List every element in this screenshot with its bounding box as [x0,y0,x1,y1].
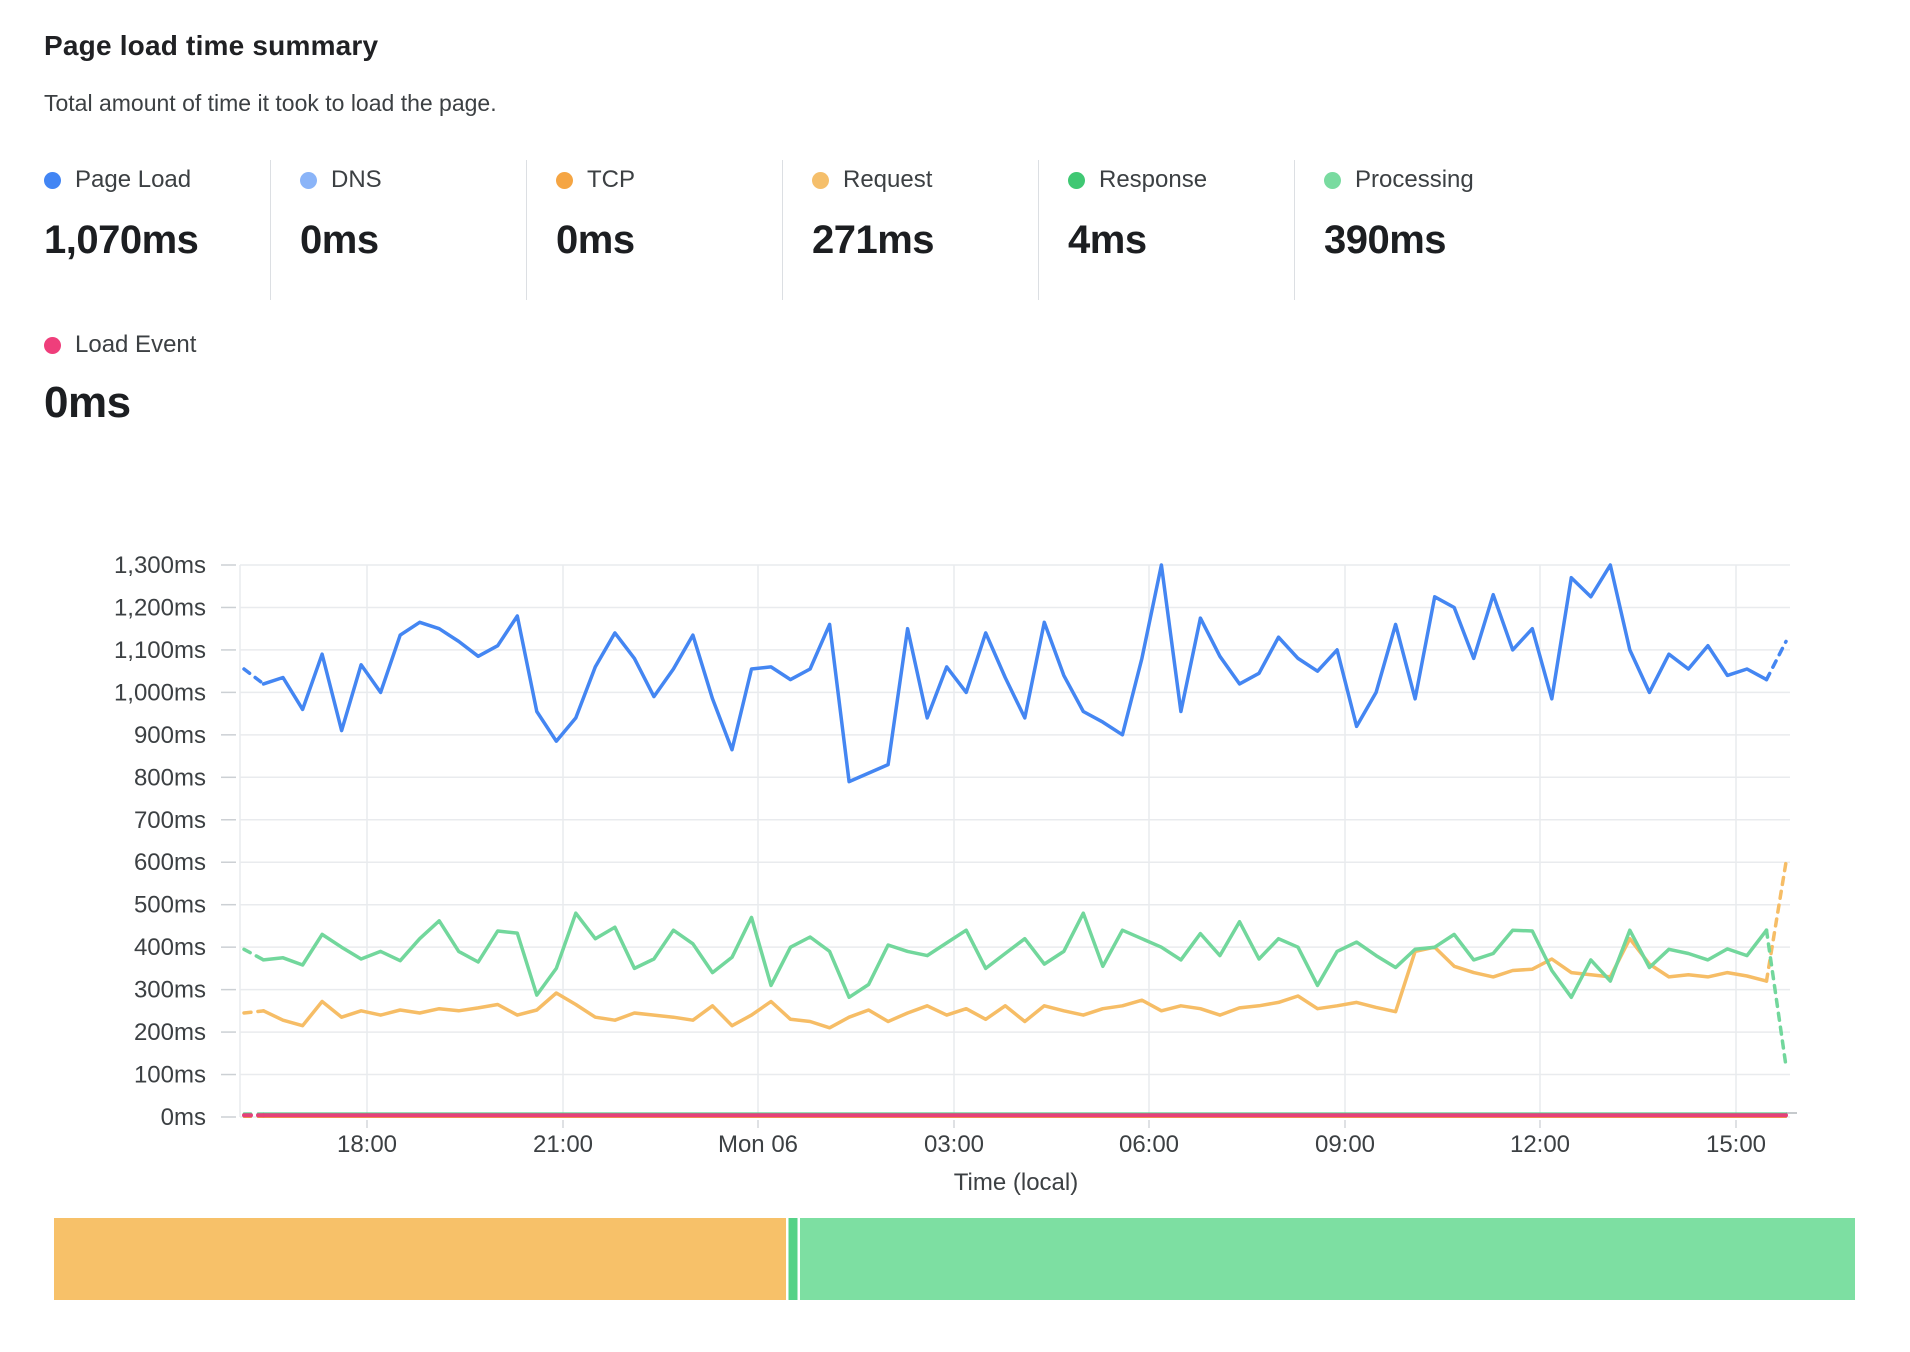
x-axis-title: Time (local) [954,1169,1078,1196]
y-tick-label: 1,100ms [114,637,206,664]
x-tick-label: 15:00 [1706,1131,1766,1158]
series-page-load [244,565,1786,782]
timeline-bar-segment[interactable] [54,1218,786,1300]
series-end-dash [1766,930,1786,1066]
page-load-time-chart[interactable]: 0ms 100ms 200ms 300ms 400ms 500ms 600ms 700ms 80… [0,0,1910,1352]
series-start-dash [244,1011,264,1013]
y-tick-label: 900ms [134,722,206,749]
timeline-bar-segment[interactable] [800,1218,1855,1300]
y-tick-label: 1,200ms [114,594,206,621]
y-tick-label: 600ms [134,849,206,876]
timeline-bar-segment[interactable] [789,1218,798,1300]
timeline-status-bar[interactable] [54,1218,1855,1300]
y-tick-label: 300ms [134,977,206,1004]
chart-grid: 0ms 100ms 200ms 300ms 400ms 500ms 600ms 700ms 80… [114,552,1790,1158]
series-end-dash [1766,641,1786,679]
y-tick-label: 100ms [134,1062,206,1089]
x-tick-label: 09:00 [1315,1131,1375,1158]
series-line-processing [264,913,1767,997]
x-tick-label: 06:00 [1119,1131,1179,1158]
page-load-summary-panel: Page load time summary Total amount of t… [0,0,1910,1352]
series-start-dash [244,949,264,960]
y-tick-label: 1,000ms [114,679,206,706]
y-tick-label: 1,300ms [114,552,206,579]
y-tick-label: 700ms [134,807,206,834]
x-tick-label: 03:00 [924,1131,984,1158]
x-tick-label: Mon 06 [718,1131,798,1158]
x-tick-label: 18:00 [337,1131,397,1158]
x-tick-label: 21:00 [533,1131,593,1158]
y-tick-label: 500ms [134,892,206,919]
series-start-dash [244,669,264,684]
y-tick-label: 0ms [161,1104,206,1131]
y-tick-label: 400ms [134,934,206,961]
y-tick-label: 800ms [134,764,206,791]
x-tick-label: 12:00 [1510,1131,1570,1158]
series-end-dash [1766,862,1786,981]
series-line-page-load [264,565,1767,782]
y-tick-label: 200ms [134,1019,206,1046]
